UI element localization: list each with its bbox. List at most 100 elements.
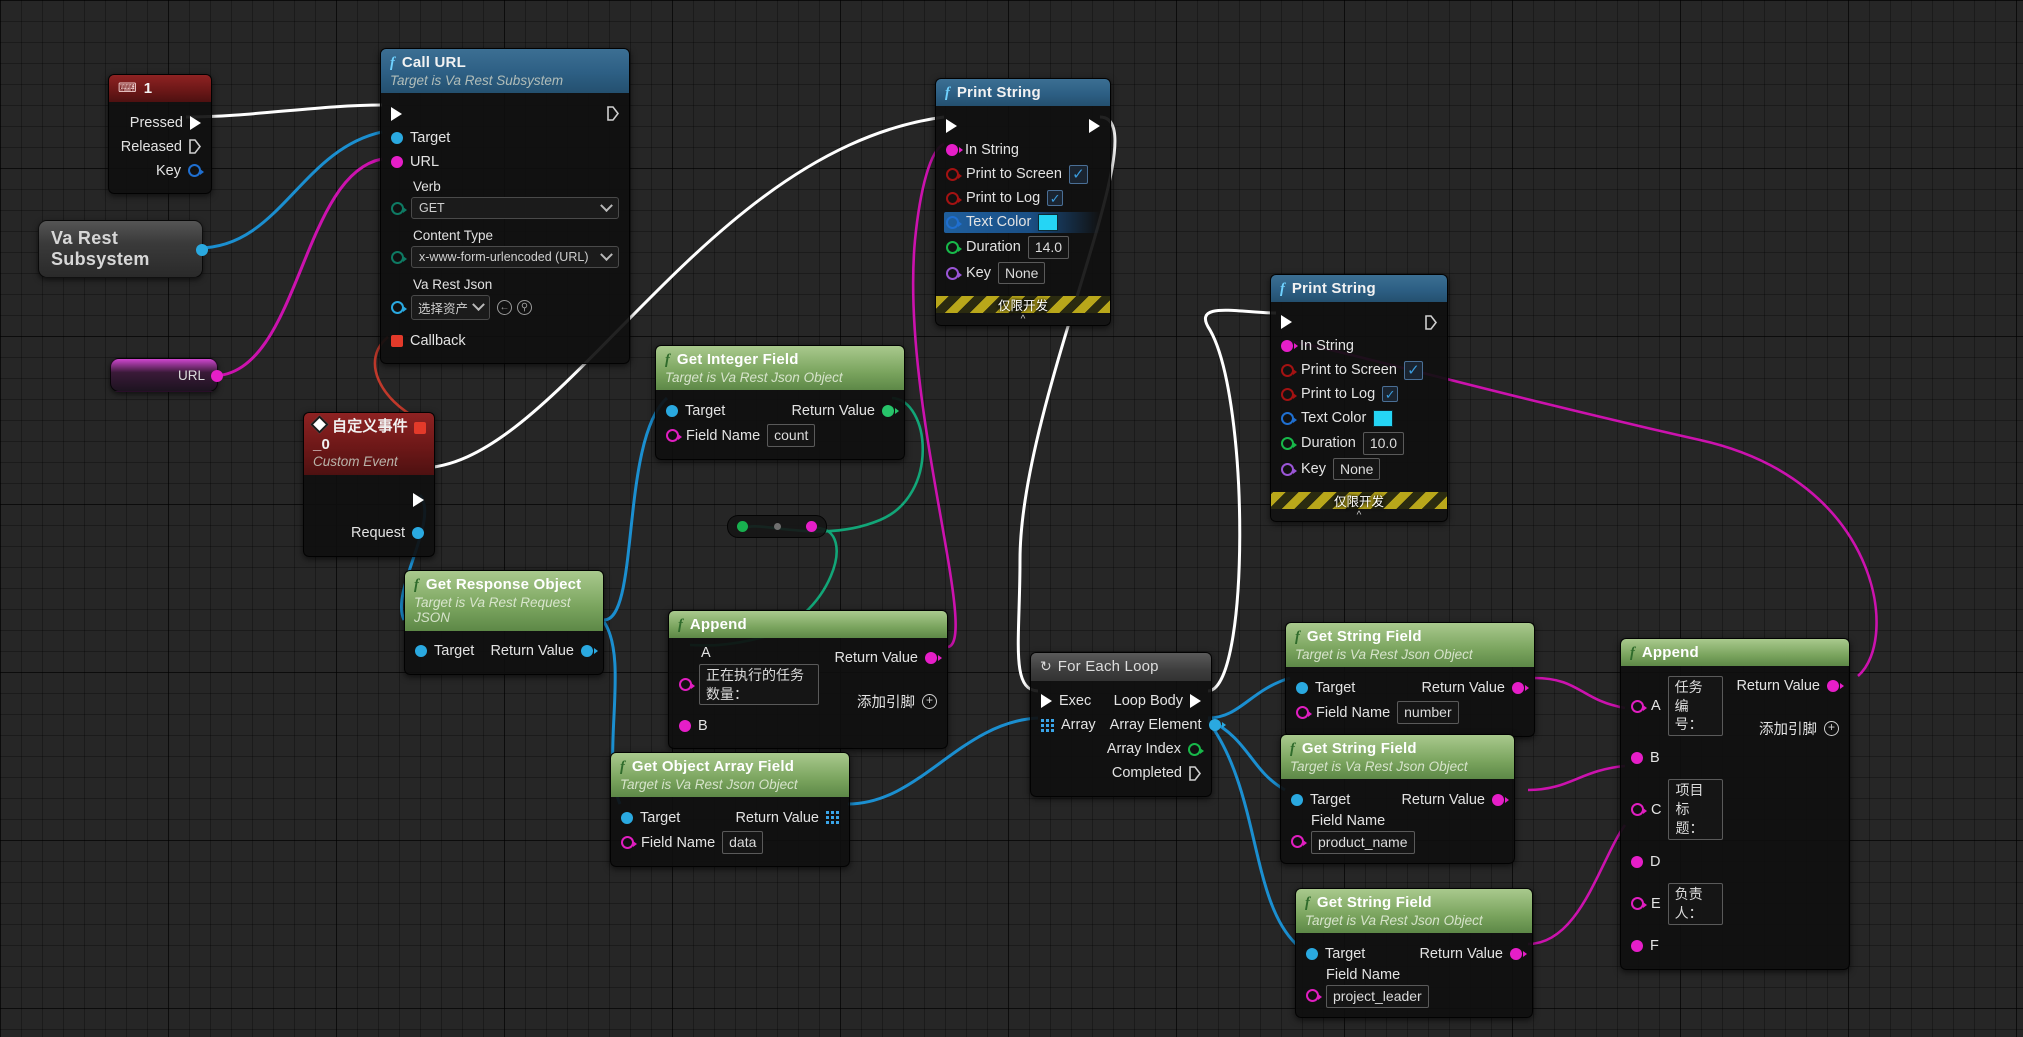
input-pin-print-to-log[interactable] — [946, 191, 962, 205]
node-reroute-knot[interactable] — [727, 515, 827, 538]
input-pin-target[interactable] — [666, 404, 678, 417]
node-append-2[interactable]: f Append A 任务编号： B C 项目标题： D E 负责人： F Re… — [1620, 638, 1850, 970]
add-pin-row[interactable]: 添加引脚 + — [1723, 718, 1839, 739]
input-pin-duration[interactable] — [1281, 436, 1297, 450]
pin-row-target[interactable]: Target Return Value — [621, 807, 839, 828]
append-a-input[interactable]: 任务编号： — [1667, 675, 1723, 737]
pin-row-array-index[interactable]: Array Index — [1041, 739, 1204, 760]
content-type-dropdown[interactable]: x-www-form-urlencoded (URL) — [411, 246, 619, 269]
input-pin-target[interactable] — [1306, 947, 1318, 960]
pin-row-a[interactable]: 正在执行的任务数量： — [679, 663, 819, 706]
input-pin-va-rest-json[interactable] — [391, 301, 407, 315]
input-pin-b[interactable] — [679, 719, 691, 732]
input-pin-verb[interactable] — [391, 201, 407, 215]
exec-out-pin[interactable] — [413, 493, 424, 508]
pin-row-print-to-log[interactable]: Print to Log ✓ — [946, 188, 1100, 209]
pin-row-duration[interactable]: Duration 10.0 — [1281, 431, 1437, 455]
input-pin-f[interactable] — [1631, 940, 1643, 953]
node-key-event-1[interactable]: ⌨ 1 Pressed Released Key — [108, 74, 212, 195]
pin-row-field-name[interactable]: Field Name data — [621, 831, 839, 855]
pin-row-c[interactable]: C 项目标题： — [1631, 779, 1723, 841]
field-name-input[interactable]: number — [1397, 701, 1459, 725]
text-color-swatch[interactable] — [1373, 409, 1394, 427]
pin-row-key[interactable]: Key None — [1281, 457, 1437, 481]
input-pin-c[interactable] — [1631, 803, 1647, 817]
verb-dropdown[interactable]: GET — [411, 197, 619, 220]
output-pin-return-value[interactable] — [1510, 947, 1527, 960]
key-input[interactable]: None — [998, 261, 1046, 285]
input-pin-target[interactable] — [621, 811, 633, 824]
node-get-object-array-field[interactable]: f Get Object Array Field Target is Va Res… — [610, 752, 850, 868]
input-pin-array[interactable] — [1041, 718, 1054, 732]
output-pin-return-value[interactable] — [882, 404, 899, 417]
pin-row-in-string[interactable]: In String — [946, 140, 1100, 161]
input-pin-field-name[interactable] — [1291, 835, 1307, 849]
pin-row-array[interactable]: Array Array Element — [1041, 715, 1226, 736]
input-pin-url[interactable] — [391, 155, 403, 168]
pin-row-text-color[interactable]: Text Color — [944, 211, 1100, 233]
output-pin-return-value-array[interactable] — [826, 811, 839, 825]
add-pin-row[interactable]: 添加引脚 + — [819, 691, 937, 712]
data-out-pin-key[interactable] — [188, 164, 204, 178]
blueprint-graph-canvas[interactable]: ⌨ 1 Pressed Released Key Va Rest Subsyst… — [0, 0, 2023, 1037]
node-get-response-object[interactable]: f Get Response Object Target is Va Rest R… — [404, 570, 604, 675]
pin-row-target[interactable]: Target Return Value — [1291, 789, 1509, 810]
collapse-advanced-button[interactable]: ^ — [1271, 509, 1447, 522]
input-pin-field-name[interactable] — [1296, 706, 1312, 720]
output-pin-array-index[interactable] — [1188, 742, 1204, 756]
field-name-input[interactable]: product_name — [1311, 831, 1415, 855]
output-pin-return-value[interactable] — [1512, 681, 1529, 694]
pin-row-field-name[interactable]: Field Name count — [666, 424, 894, 448]
input-pin-in-string[interactable] — [946, 144, 963, 157]
delegate-pin-callback[interactable] — [391, 334, 403, 347]
pin-row-request[interactable]: Request — [314, 523, 424, 544]
duration-input[interactable]: 10.0 — [1362, 431, 1405, 455]
node-for-each-loop[interactable]: ↻ For Each Loop Exec Loop Body Array Arra… — [1030, 652, 1226, 797]
input-pin-key[interactable] — [946, 266, 962, 280]
prop-row-verb[interactable]: GET — [391, 197, 619, 220]
pin-row-return-value[interactable]: Return Value — [819, 648, 942, 669]
key-input[interactable]: None — [1333, 457, 1381, 481]
pin-row-e[interactable]: E 负责人： — [1631, 883, 1723, 925]
pin-row-f[interactable]: F — [1631, 936, 1723, 957]
node-get-integer-field[interactable]: f Get Integer Field Target is Va Rest Jso… — [655, 345, 905, 461]
exec-out-pin[interactable] — [1425, 314, 1437, 330]
pin-row-url[interactable]: URL — [391, 151, 619, 172]
pin-row-completed[interactable]: Completed — [1041, 763, 1201, 784]
output-pin-return-value[interactable] — [1492, 793, 1509, 806]
exec-out-pin[interactable] — [607, 106, 619, 121]
exec-in-pin[interactable] — [946, 119, 957, 134]
exec-in-pin[interactable] — [391, 106, 402, 121]
input-pin-a[interactable] — [1631, 699, 1647, 713]
pin-row-pressed[interactable]: Pressed — [119, 112, 201, 133]
exec-in-pin-exec[interactable] — [1041, 694, 1052, 709]
pin-row-target[interactable]: Target Return Value — [415, 641, 598, 662]
pin-row-d[interactable]: D — [1631, 851, 1723, 872]
node-va-rest-subsystem[interactable]: Va Rest Subsystem — [38, 220, 208, 278]
exec-in-pin[interactable] — [1281, 315, 1292, 330]
pin-row-key[interactable]: Key — [119, 160, 204, 181]
output-pin-return-value[interactable] — [925, 652, 942, 665]
reroute-in-pin[interactable] — [737, 521, 748, 532]
input-pin-in-string[interactable] — [1281, 340, 1298, 353]
browse-back-icon[interactable]: ← — [497, 300, 513, 316]
pin-row-target[interactable]: Target Return Value — [1296, 677, 1529, 698]
pin-row-exec[interactable]: Exec Loop Body — [1041, 691, 1201, 712]
input-pin-target[interactable] — [415, 645, 427, 658]
pin-row-callback[interactable]: Callback — [391, 330, 619, 351]
output-pin-subsystem[interactable] — [196, 244, 208, 256]
pin-row-text-color[interactable]: Text Color — [1281, 408, 1437, 429]
prop-row-va-rest-json[interactable]: 选择资产 ← ⚲ — [391, 295, 619, 321]
field-name-input[interactable]: count — [767, 424, 816, 448]
input-pin-print-to-screen[interactable] — [1281, 363, 1297, 377]
delegate-out-pin[interactable] — [414, 422, 426, 434]
output-pin-url[interactable] — [211, 370, 223, 382]
input-pin-field-name[interactable] — [666, 429, 682, 443]
pin-row-field-name[interactable]: Field Name number — [1296, 701, 1524, 725]
collapse-advanced-button[interactable]: ^ — [936, 313, 1110, 326]
exec-out-pin-loop-body[interactable] — [1190, 694, 1201, 709]
input-pin-field-name[interactable] — [621, 836, 637, 850]
pin-row-exec-out[interactable] — [314, 490, 424, 511]
pin-row-exec[interactable] — [1281, 312, 1437, 333]
input-pin-b[interactable] — [1631, 751, 1643, 764]
